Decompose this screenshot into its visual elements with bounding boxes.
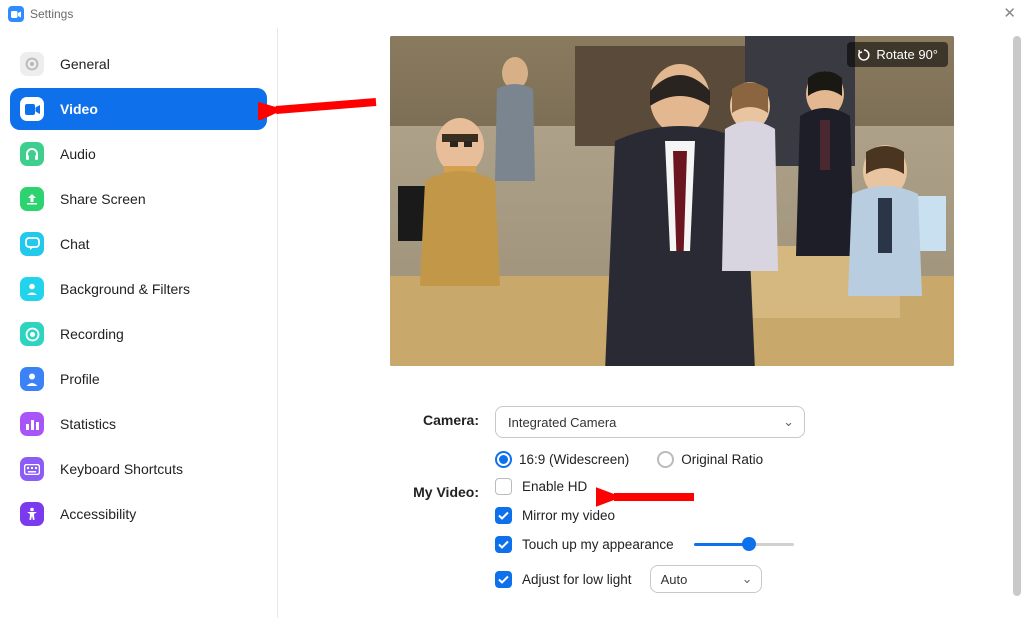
- chevron-down-icon: ⌄: [742, 571, 753, 587]
- main-panel: Rotate 90° Camera: Integrated Camera ⌄ 1…: [278, 28, 1024, 618]
- radio-unselected-icon: [657, 451, 674, 468]
- sidebar-item-label: Audio: [60, 146, 96, 162]
- sidebar-item-label: Video: [60, 101, 98, 117]
- sidebar-item-statistics[interactable]: Statistics: [10, 403, 267, 445]
- sidebar-item-label: General: [60, 56, 110, 72]
- profile-icon: [20, 367, 44, 391]
- rotate-label: Rotate 90°: [876, 47, 938, 62]
- touchup-label: Touch up my appearance: [522, 537, 674, 552]
- camera-label: Camera:: [393, 406, 495, 428]
- gear-icon: [20, 52, 44, 76]
- touchup-checkbox[interactable]: [495, 536, 512, 553]
- close-icon[interactable]: ✕: [1003, 4, 1016, 22]
- ratio-widescreen-label: 16:9 (Widescreen): [519, 452, 629, 467]
- sidebar-item-chat[interactable]: Chat: [10, 223, 267, 265]
- ratio-original-label: Original Ratio: [681, 452, 763, 467]
- sidebar-item-background[interactable]: Background & Filters: [10, 268, 267, 310]
- sidebar-item-label: Recording: [60, 326, 124, 342]
- rotate-button[interactable]: Rotate 90°: [847, 42, 948, 67]
- sidebar-item-share-screen[interactable]: Share Screen: [10, 178, 267, 220]
- sidebar-item-profile[interactable]: Profile: [10, 358, 267, 400]
- sidebar: General Video Audio Share Screen Chat Backgro…: [0, 28, 278, 618]
- titlebar: Settings ✕: [0, 0, 1024, 28]
- sidebar-item-video[interactable]: Video: [10, 88, 267, 130]
- enable-hd-label: Enable HD: [522, 479, 587, 494]
- sidebar-item-audio[interactable]: Audio: [10, 133, 267, 175]
- preview-scene: [390, 36, 954, 366]
- ratio-original-radio[interactable]: Original Ratio: [657, 451, 763, 468]
- camera-selected: Integrated Camera: [508, 415, 616, 430]
- lowlight-mode: Auto: [661, 572, 688, 587]
- myvideo-label: My Video:: [393, 478, 495, 500]
- sidebar-item-shortcuts[interactable]: Keyboard Shortcuts: [10, 448, 267, 490]
- sidebar-item-label: Statistics: [60, 416, 116, 432]
- slider-thumb[interactable]: [742, 537, 756, 551]
- scrollbar[interactable]: [1013, 34, 1022, 610]
- radio-selected-icon: [495, 451, 512, 468]
- enable-hd-checkbox[interactable]: [495, 478, 512, 495]
- headphones-icon: [20, 142, 44, 166]
- ratio-widescreen-radio[interactable]: 16:9 (Widescreen): [495, 451, 629, 468]
- stats-icon: [20, 412, 44, 436]
- mirror-checkbox[interactable]: [495, 507, 512, 524]
- sidebar-item-label: Background & Filters: [60, 281, 190, 297]
- sidebar-item-recording[interactable]: Recording: [10, 313, 267, 355]
- sidebar-item-label: Share Screen: [60, 191, 146, 207]
- window-title: Settings: [30, 7, 73, 21]
- mirror-label: Mirror my video: [522, 508, 615, 523]
- person-icon: [20, 277, 44, 301]
- lowlight-label: Adjust for low light: [522, 572, 632, 587]
- video-icon: [20, 97, 44, 121]
- lowlight-mode-dropdown[interactable]: Auto ⌄: [650, 565, 762, 593]
- sidebar-item-accessibility[interactable]: Accessibility: [10, 493, 267, 535]
- app-icon: [8, 6, 24, 22]
- chat-icon: [20, 232, 44, 256]
- sidebar-item-label: Accessibility: [60, 506, 136, 522]
- sidebar-item-label: Keyboard Shortcuts: [60, 461, 183, 477]
- video-preview: Rotate 90°: [390, 36, 954, 366]
- record-icon: [20, 322, 44, 346]
- keyboard-icon: [20, 457, 44, 481]
- accessibility-icon: [20, 502, 44, 526]
- rotate-icon: [857, 48, 871, 62]
- camera-dropdown[interactable]: Integrated Camera ⌄: [495, 406, 805, 438]
- lowlight-checkbox[interactable]: [495, 571, 512, 588]
- sidebar-item-label: Profile: [60, 371, 100, 387]
- chevron-down-icon: ⌄: [783, 414, 794, 430]
- share-icon: [20, 187, 44, 211]
- sidebar-item-label: Chat: [60, 236, 90, 252]
- sidebar-item-general[interactable]: General: [10, 43, 267, 85]
- touchup-slider[interactable]: [694, 543, 794, 546]
- scrollbar-thumb[interactable]: [1013, 36, 1021, 596]
